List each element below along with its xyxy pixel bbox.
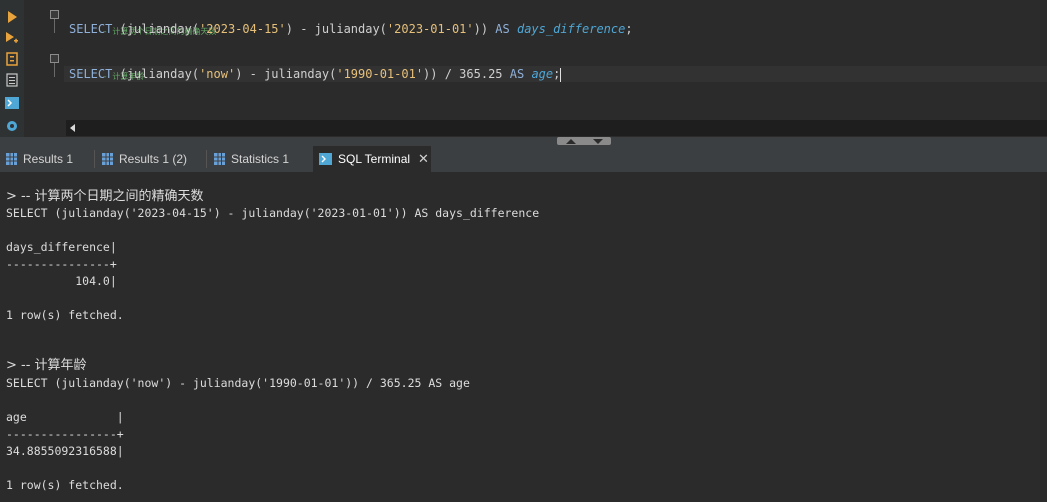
terminal-line: 1 row(s) fetched. (6, 308, 124, 322)
terminal-line: 34.8855092316588| (6, 444, 124, 458)
terminal-line: 104.0| (6, 274, 117, 288)
sql-punct: ( (112, 22, 127, 36)
code-line-comment-1[interactable]: -- 计算两个日期之间的精确天数 (69, 6, 216, 36)
tab-label: Statistics 1 (231, 152, 290, 166)
collapse-up-icon[interactable] (565, 138, 576, 144)
terminal-line: > -- 计算年龄 (6, 358, 87, 373)
fold-toggle-icon[interactable] (50, 10, 59, 19)
explain-plan-icon[interactable] (4, 51, 20, 67)
editor-toolbar (0, 0, 24, 146)
terminal-line: SELECT (julianday('2023-04-15') - julian… (6, 206, 540, 220)
sql-string: '1990-01-01' (336, 67, 424, 81)
terminal-icon (319, 153, 332, 165)
sql-string: '2023-04-15' (199, 22, 286, 36)
collapse-down-icon[interactable] (592, 138, 603, 144)
sql-punct: ; (553, 67, 561, 81)
tab-divider (94, 150, 95, 168)
tab-results-1-2[interactable]: Results 1 (2) (102, 146, 208, 172)
sql-keyword: SELECT (69, 22, 113, 36)
tab-label: Results 1 (23, 152, 74, 166)
tab-divider (206, 150, 207, 168)
terminal-line: ---------------+ (6, 257, 117, 271)
sql-keyword: AS (502, 67, 532, 81)
grid-icon (214, 153, 225, 165)
terminal-line: > -- 计算两个日期之间的精确天数 (6, 189, 204, 204)
grid-icon (102, 153, 113, 165)
sql-string: 'now' (199, 67, 236, 81)
sql-function: ) - julianday( (285, 22, 387, 36)
sql-punct: ( (112, 67, 127, 81)
sql-punct: )) / 365.25 (423, 67, 503, 81)
scroll-left-icon[interactable] (70, 124, 75, 132)
terminal-line: 1 row(s) fetched. (6, 478, 124, 492)
panel-splitter[interactable] (0, 137, 1047, 146)
fold-guide (54, 19, 55, 33)
execute-script-icon[interactable] (4, 30, 20, 46)
sql-string: '2023-01-01' (386, 22, 474, 36)
horizontal-scrollbar[interactable] (66, 120, 1047, 136)
sql-alias: days_difference (516, 22, 626, 36)
fold-guide (54, 63, 55, 77)
sql-keyword: SELECT (69, 67, 113, 81)
results-tab-bar: Results 1 Results 1 (2) Statistics 1 SQL… (0, 146, 1047, 173)
text-caret (560, 67, 562, 82)
code-line-query-2[interactable]: SELECT (julianday('now') - julianday('19… (69, 66, 562, 82)
terminal-line: SELECT (julianday('now') - julianday('19… (6, 376, 470, 390)
load-plan-icon[interactable] (4, 72, 20, 88)
terminal-line: age | (6, 410, 124, 424)
tab-sql-terminal[interactable]: SQL Terminal ✕ (313, 146, 431, 172)
sql-function: julianday( (126, 67, 200, 81)
terminal-line: ----------------+ (6, 427, 124, 441)
tab-label: SQL Terminal (338, 152, 411, 166)
tab-label: Results 1 (2) (119, 152, 188, 166)
settings-icon[interactable] (4, 118, 20, 134)
code-line-comment-2[interactable]: -- 计算年龄 (69, 51, 144, 81)
fold-toggle-icon[interactable] (50, 54, 59, 63)
execute-icon[interactable] (4, 9, 20, 25)
terminal-icon[interactable] (4, 95, 20, 111)
close-icon[interactable]: ✕ (418, 151, 429, 167)
terminal-line: days_difference| (6, 240, 117, 254)
tab-results-1[interactable]: Results 1 (6, 146, 94, 172)
sql-terminal-output[interactable]: > -- 计算两个日期之间的精确天数 SELECT (julianday('20… (0, 173, 1047, 502)
sql-punct: )) (473, 22, 489, 36)
sql-punct: ; (625, 22, 633, 36)
sql-editor[interactable]: -- 计算两个日期之间的精确天数 SELECT (julianday('2023… (0, 0, 1047, 146)
sql-function: ) - julianday( (235, 67, 337, 81)
grid-icon (6, 153, 17, 165)
code-line-query-1[interactable]: SELECT (julianday('2023-04-15') - julian… (69, 21, 633, 37)
sql-keyword: AS (488, 22, 517, 36)
sql-function: julianday( (126, 22, 200, 36)
tab-statistics-1[interactable]: Statistics 1 (214, 146, 310, 172)
splitter-handle[interactable] (557, 137, 611, 145)
sql-alias: age (531, 67, 554, 81)
